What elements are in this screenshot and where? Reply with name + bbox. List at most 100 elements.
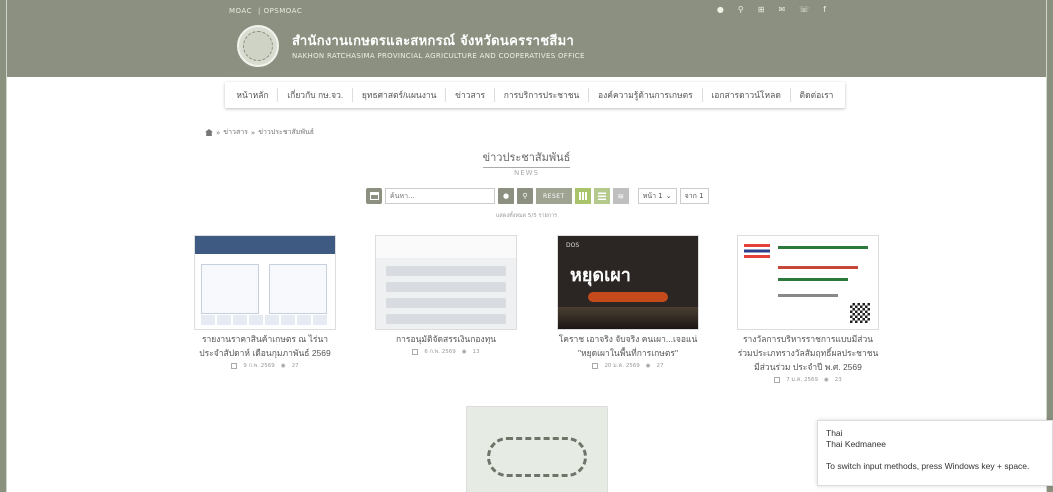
rss-icon: ≋ — [617, 191, 625, 201]
top-links: MOAC | OPSMOAC — [229, 7, 303, 15]
news-title-line: "หยุดเผาในพื้นที่การเกษตร" — [578, 348, 678, 358]
nav-news[interactable]: ข่าวสาร — [453, 88, 487, 102]
news-thumbnail[interactable]: DOS หยุดเผา — [557, 235, 699, 330]
chevron-down-icon: ⌄ — [665, 192, 672, 200]
thumbnail-line — [778, 266, 858, 269]
news-date: 6 ก.พ. 2569 — [424, 349, 456, 355]
thumbnail-row — [386, 282, 506, 292]
nav-about[interactable]: เกี่ยวกับ กษ.จว. — [285, 88, 345, 102]
sitemap-icon[interactable]: ⊞ — [758, 5, 765, 14]
eye-icon: ◉ — [823, 377, 829, 383]
list-icon — [597, 192, 606, 200]
facebook-icon[interactable]: f — [823, 5, 826, 14]
news-title-line: ร่วมประเภทรางวัลสัมฤทธิ์ผลประชาชน — [737, 348, 879, 358]
breadcrumb-current: ข่าวประชาสัมพันธ์ — [258, 128, 315, 136]
site-logo[interactable] — [237, 25, 279, 67]
eye-icon: ◉ — [461, 349, 467, 355]
nav-divider — [789, 88, 791, 102]
news-thumbnail[interactable] — [737, 235, 879, 330]
news-title-line: รางวัลการบริหารราชการแบบมีส่วน — [742, 334, 874, 344]
news-date: 7 ม.ค. 2569 — [786, 377, 818, 383]
news-card[interactable]: รางวัลการบริหารราชการแบบมีส่วน ร่วมประเภ… — [733, 235, 883, 384]
calendar-icon — [774, 377, 781, 383]
ime-language: Thai — [826, 428, 843, 438]
news-meta: 20 ม.ค. 2569 ◉ 27 — [553, 362, 703, 370]
date-filter-button[interactable] — [366, 188, 382, 204]
thumbnail-chart — [269, 264, 327, 314]
eye-icon: ◉ — [280, 363, 286, 369]
thumbnail-row — [386, 314, 506, 324]
site-title[interactable]: สำนักงานเกษตรและสหกรณ์ จังหวัดนครราชสีมา — [292, 30, 574, 51]
page-select[interactable]: หน้า 1 ⌄ — [637, 188, 677, 204]
main-nav: หน้าหลัก เกี่ยวกับ กษ.จว. ยุทธศาสตร์/แผน… — [225, 82, 845, 108]
nav-divider — [445, 88, 447, 102]
news-views: 13 — [472, 349, 480, 355]
news-views: 27 — [291, 363, 299, 369]
thumbnail-roadmap — [487, 437, 587, 477]
nav-strategy[interactable]: ยุทธศาสตร์/แผนงาน — [360, 88, 439, 102]
nav-downloads[interactable]: เอกสารดาวน์โหลด — [709, 88, 782, 102]
news-title[interactable]: รายงานราคาสินค้าเกษตร ณ ไร่นา ประจำสัปดา… — [190, 332, 340, 360]
news-title[interactable]: โคราช เอาจริง จับจริง คนเผา...เจอแน่ "หย… — [553, 332, 703, 360]
thumbnail-table — [201, 315, 329, 325]
grid-view-button[interactable] — [574, 188, 591, 204]
search-icon[interactable]: ⚲ — [738, 5, 744, 14]
nav-contact[interactable]: ติดต่อเรา — [798, 88, 836, 102]
nav-services[interactable]: การบริการประชาชน — [502, 88, 582, 102]
page-subtitle: NEWS — [513, 169, 540, 177]
nav-home[interactable]: หน้าหลัก — [234, 88, 270, 102]
calendar-icon — [592, 363, 599, 369]
news-thumbnail[interactable] — [375, 235, 517, 330]
nav-divider — [493, 88, 495, 102]
search-icon: ⚲ — [522, 192, 528, 200]
mail-icon[interactable]: ✉ — [778, 5, 785, 14]
news-card[interactable]: การอนุมัติจัดสรรเงินกองทุน 6 ก.พ. 2569 ◉… — [371, 235, 521, 356]
thumbnail-row — [386, 298, 506, 308]
news-date: 9 ก.พ. 2569 — [243, 363, 275, 369]
news-title-line: โคราช เอาจริง จับจริง คนเผา...เจอแน่ — [558, 334, 698, 344]
news-card[interactable]: รายงานราคาสินค้าเกษตร ณ ไร่นา ประจำสัปดา… — [190, 235, 340, 370]
news-title[interactable]: การอนุมัติจัดสรรเงินกองทุน — [371, 332, 521, 346]
reset-button[interactable]: RESET — [536, 188, 572, 204]
news-thumbnail[interactable] — [466, 406, 608, 492]
thumbnail-line — [778, 278, 848, 281]
breadcrumb: » ข่าวสาร » ข่าวประชาสัมพันธ์ — [205, 127, 314, 138]
user-icon[interactable]: ● — [717, 5, 724, 14]
nav-divider — [701, 88, 703, 102]
news-title[interactable]: รางวัลการบริหารราชการแบบมีส่วน ร่วมประเภ… — [733, 332, 883, 374]
rss-button[interactable]: ≋ — [612, 188, 629, 204]
top-link-moac[interactable]: MOAC — [229, 7, 252, 15]
thumbnail-line — [778, 294, 838, 297]
calendar-icon — [412, 349, 419, 355]
seal-icon — [243, 31, 273, 61]
thumbnail-headline: หยุดเผา — [570, 265, 631, 286]
thumbnail-field — [558, 307, 698, 329]
voice-search-button[interactable]: ● — [498, 188, 514, 204]
calendar-icon — [231, 363, 238, 369]
thai-flag-icon — [744, 244, 770, 258]
news-card[interactable] — [462, 406, 612, 492]
eye-icon: ◉ — [645, 363, 651, 369]
news-thumbnail[interactable] — [194, 235, 336, 330]
breadcrumb-news[interactable]: ข่าวสาร — [223, 127, 248, 138]
top-icons: ● ⚲ ⊞ ✉ ☏ f — [717, 5, 826, 14]
news-card[interactable]: DOS หยุดเผา โคราช เอาจริง จับจริง คนเผา.… — [553, 235, 703, 370]
phone-icon[interactable]: ☏ — [799, 5, 809, 14]
search-button[interactable]: ⚲ — [517, 188, 533, 204]
nav-divider — [277, 88, 279, 102]
home-icon[interactable] — [205, 129, 213, 136]
calendar-icon — [369, 192, 379, 200]
thumbnail-date-bar — [588, 292, 668, 302]
list-view-button[interactable] — [593, 188, 610, 204]
news-meta: 6 ก.พ. 2569 ◉ 13 — [371, 348, 521, 356]
site-subtitle: NAKHON RATCHASIMA PROVINCIAL AGRICULTURE… — [292, 52, 585, 60]
news-title-line: ประจำสัปดาห์ เดือนกุมภาพันธ์ 2569 — [199, 348, 331, 358]
news-meta: 9 ก.พ. 2569 ◉ 27 — [190, 362, 340, 370]
nav-knowledge[interactable]: องค์ความรู้ด้านการเกษตร — [596, 88, 695, 102]
top-link-opsmoac[interactable]: OPSMOAC — [264, 7, 303, 15]
thumbnail-badge: DOS — [566, 242, 580, 249]
thumbnail-chart — [201, 264, 259, 314]
site-header: MOAC | OPSMOAC ● ⚲ ⊞ ✉ ☏ f สำนักงานเกษตรแ… — [7, 0, 1046, 77]
search-input[interactable] — [385, 188, 495, 204]
ime-hint: To switch input methods, press Windows k… — [826, 461, 1030, 471]
